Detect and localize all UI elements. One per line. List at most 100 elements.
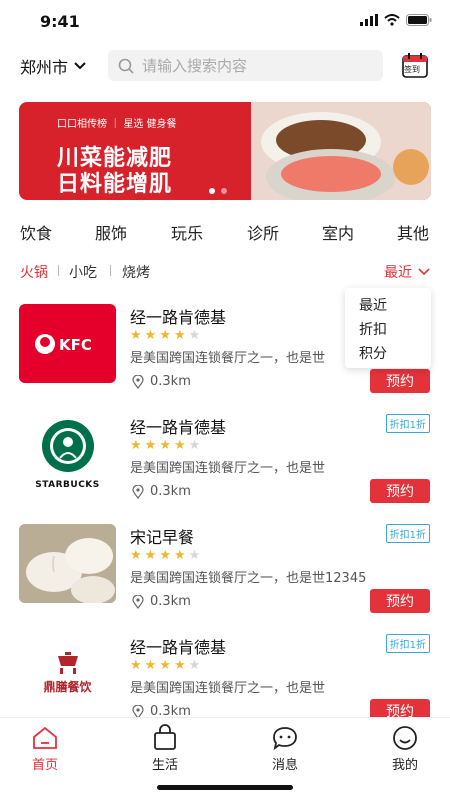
location-pin-icon: [132, 594, 144, 609]
sort-option-points[interactable]: 积分: [345, 342, 431, 366]
rating-stars: ★ ★ ★ ★ ★: [130, 659, 200, 672]
home-icon: [33, 726, 57, 749]
tab-messages[interactable]: 消息: [255, 724, 315, 773]
tab-mine[interactable]: 我的: [375, 724, 435, 773]
distance-value: 0.3km: [150, 374, 191, 389]
star-icon: ★: [188, 438, 201, 453]
star-icon: ★: [159, 438, 171, 453]
starbucks-wordmark: STARBUCKS: [35, 479, 100, 490]
distance-value: 0.3km: [150, 594, 191, 609]
status-bar: 9:41: [0, 0, 450, 44]
discount-badge: 折扣1折: [385, 414, 430, 433]
promo-banner[interactable]: 口口相传榜 ｜ 星选 健身餐 川菜能减肥 日料能增肌: [19, 102, 431, 200]
tab-label: 我的: [391, 758, 418, 773]
star-icon: ★: [188, 328, 201, 343]
sub-tab-hotpot[interactable]: 火锅: [20, 262, 48, 282]
status-icons: [360, 14, 432, 26]
star-icon: ★: [144, 438, 157, 453]
star-icon: ★: [144, 658, 157, 673]
sort-menu: 最近 折扣 积分: [345, 288, 431, 368]
book-button[interactable]: 预约: [370, 589, 430, 613]
star-icon: ★: [159, 658, 171, 673]
shop-distance: 0.3km: [132, 374, 191, 389]
star-icon: ★: [130, 438, 142, 453]
banner-dot: [209, 188, 215, 194]
tab-label: 生活: [151, 758, 178, 773]
home-indicator: [157, 785, 293, 790]
status-time: 9:41: [40, 12, 80, 31]
shop-distance: 0.3km: [132, 484, 191, 499]
shop-name: 经一路肯德基: [130, 308, 227, 327]
shop-description: 是美国跨国连锁餐厅之一，也是世: [130, 461, 326, 476]
signal-icon: [360, 14, 378, 26]
chevron-down-icon: [418, 268, 430, 276]
shop-name: 经一路肯德基: [130, 638, 227, 657]
star-icon: ★: [144, 328, 157, 343]
sort-dropdown[interactable]: 最近: [384, 262, 430, 282]
divider: [58, 265, 59, 276]
starbucks-logo: STARBUCKS: [19, 414, 116, 493]
star-icon: ★: [130, 548, 142, 563]
star-icon: ★: [159, 328, 171, 343]
category-tab[interactable]: 玩乐: [171, 220, 203, 244]
divider: [110, 265, 111, 276]
sort-label: 最近: [384, 265, 412, 281]
shop-name: 经一路肯德基: [130, 418, 227, 437]
sub-tab-snacks[interactable]: 小吃: [69, 262, 97, 282]
book-button[interactable]: 预约: [370, 369, 430, 393]
tab-label: 首页: [31, 758, 58, 773]
star-icon: ★: [144, 548, 157, 563]
sub-tab-bbq[interactable]: 烧烤: [122, 262, 150, 282]
checkin-label: 签到: [404, 65, 420, 74]
category-tabs: 饮食 服饰 玩乐 诊所 室内 其他: [0, 220, 450, 244]
banner-dot: [221, 188, 227, 194]
star-icon: ★: [173, 548, 186, 563]
sort-option-discount[interactable]: 折扣: [345, 318, 431, 342]
dingshan-wordmark: 鼎膳餐饮: [43, 680, 92, 694]
banner-small-text: 口口相传榜 ｜ 星选 健身餐: [57, 119, 177, 130]
rating-stars: ★ ★ ★ ★ ★: [130, 439, 200, 452]
discount-badge: 折扣1折: [385, 524, 430, 543]
book-button[interactable]: 预约: [370, 479, 430, 503]
category-tab[interactable]: 服饰: [95, 220, 127, 244]
search-input[interactable]: [142, 56, 362, 75]
tab-label: 消息: [271, 758, 298, 773]
category-tab[interactable]: 其他: [397, 220, 429, 244]
tab-home[interactable]: 首页: [15, 724, 75, 773]
banner-pagination: [209, 188, 227, 194]
sort-option-recent[interactable]: 最近: [345, 294, 431, 318]
shop-name: 宋记早餐: [130, 528, 195, 547]
category-tab[interactable]: 室内: [322, 220, 354, 244]
city-selector[interactable]: 郑州市: [20, 54, 86, 78]
chat-icon: [273, 727, 297, 751]
star-icon: ★: [159, 548, 171, 563]
shop-description: 是美国跨国连锁餐厅之一，也是世: [130, 681, 326, 696]
star-icon: ★: [173, 438, 186, 453]
city-label: 郑州市: [20, 58, 69, 77]
top-row: 郑州市 签到: [0, 50, 450, 82]
category-tab[interactable]: 饮食: [20, 220, 52, 244]
search-bar[interactable]: [108, 50, 383, 81]
location-pin-icon: [132, 484, 144, 499]
rating-stars: ★ ★ ★ ★ ★: [130, 549, 200, 562]
shop-description: 是美国跨国连锁餐厅之一，也是世: [130, 351, 326, 366]
checkin-button[interactable]: 签到: [402, 52, 428, 78]
location-pin-icon: [132, 374, 144, 389]
svg-text:KFC: KFC: [59, 336, 92, 354]
star-icon: ★: [188, 658, 201, 673]
category-tab[interactable]: 诊所: [247, 220, 279, 244]
discount-badge: 折扣1折: [385, 634, 430, 653]
filter-row: 火锅 小吃 烧烤 最近: [20, 262, 430, 282]
bag-icon: [154, 724, 176, 750]
shop-card[interactable]: 宋记早餐 折扣1折 ★ ★ ★ ★ ★ 是美国跨国连锁餐厅之一，也是世12345 0.3…: [0, 524, 450, 634]
dingshan-logo: 鼎膳餐饮: [19, 634, 116, 713]
rating-stars: ★ ★ ★ ★ ★: [130, 329, 200, 342]
star-icon: ★: [188, 548, 201, 563]
battery-icon: [406, 14, 432, 26]
banner-food-image: [251, 102, 431, 200]
wifi-icon: [384, 14, 400, 26]
shop-distance: 0.3km: [132, 594, 191, 609]
tab-life[interactable]: 生活: [135, 724, 195, 773]
shop-card[interactable]: STARBUCKS 经一路肯德基 折扣1折 ★ ★ ★ ★ ★ 是美国跨国连锁餐厅之一，…: [0, 414, 450, 524]
smile-icon: [393, 726, 417, 750]
